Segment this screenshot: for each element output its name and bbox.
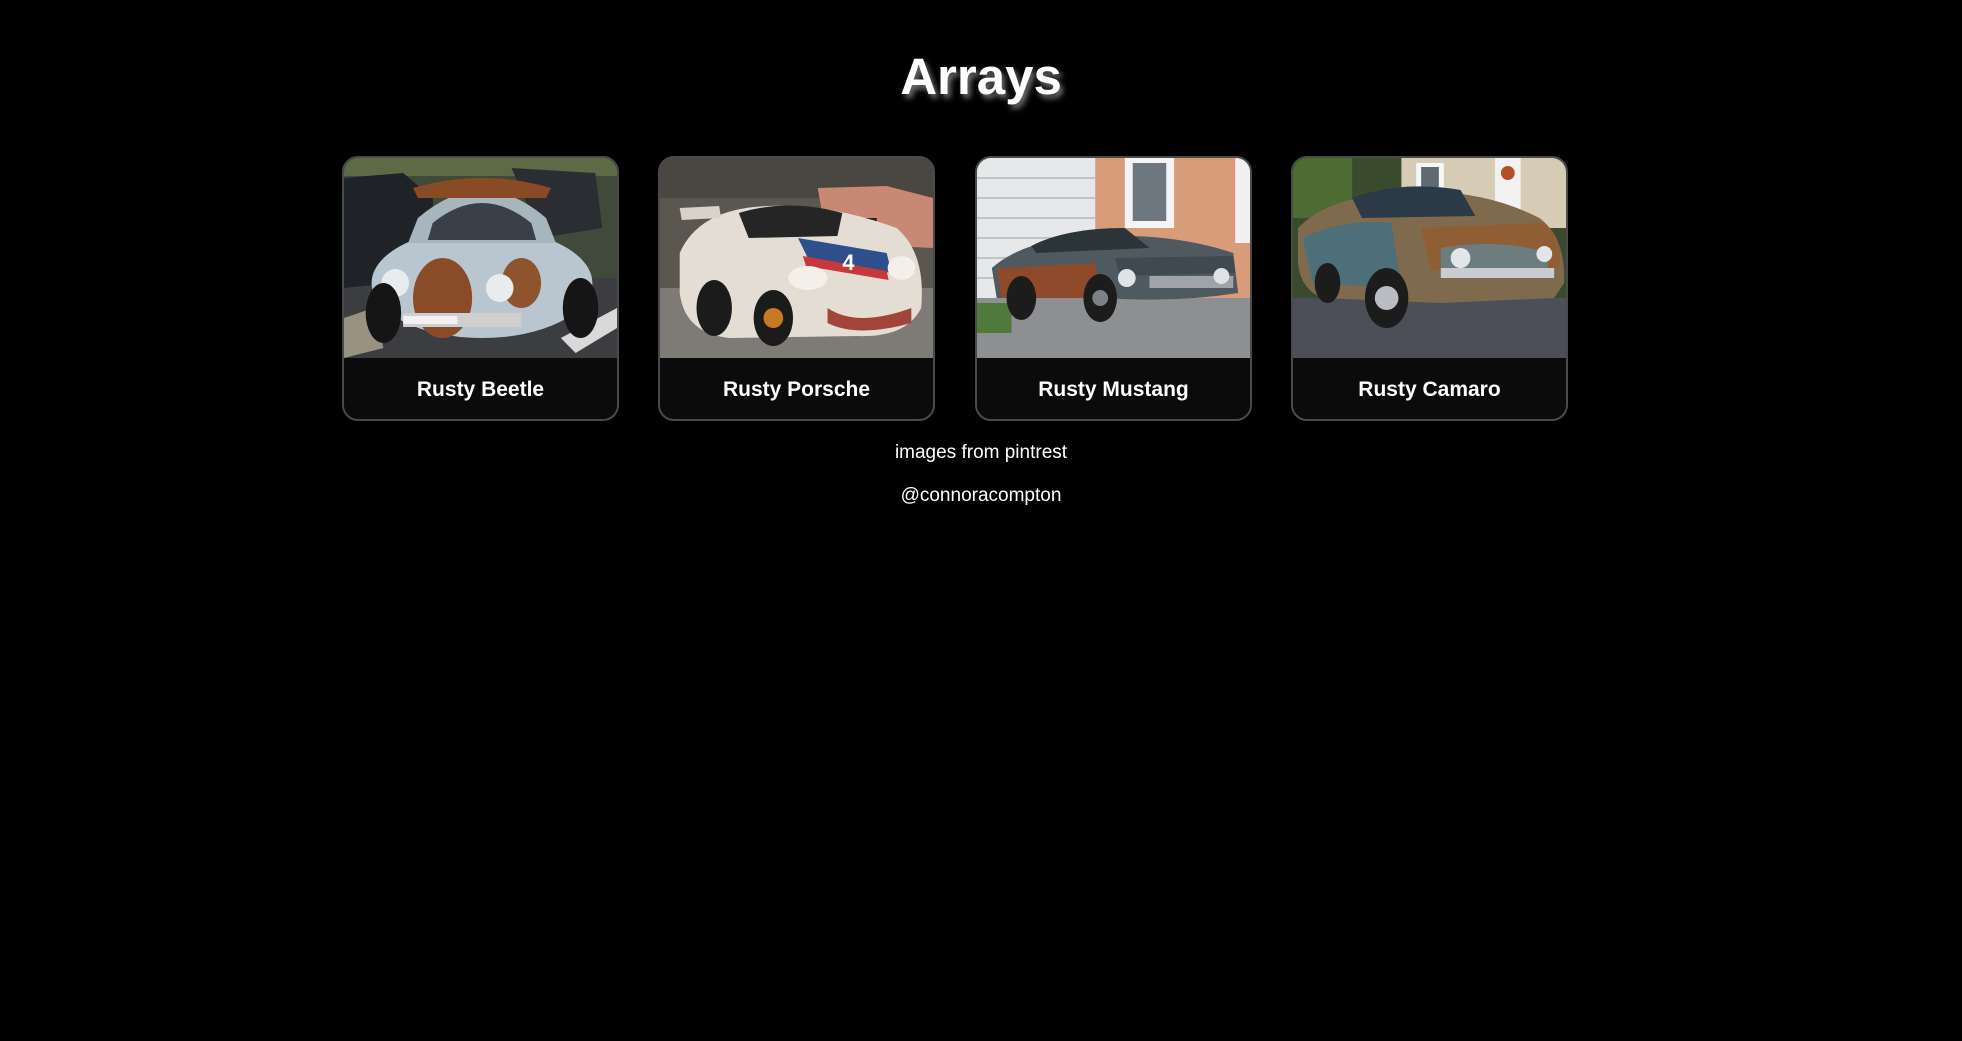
page-title: Arrays [900, 48, 1062, 105]
card-label: Rusty Beetle [416, 378, 545, 401]
car-card-beetle[interactable]: Rusty Beetle [342, 156, 619, 421]
card-label: Rusty Mustang [1038, 378, 1189, 401]
rusty-beetle-image [344, 158, 617, 358]
page: Arrays Rusty Beetle 4 Rusty Porsche Rust… [0, 0, 1962, 1041]
rusty-mustang-image [977, 158, 1250, 358]
author-credit: @connoracompton [900, 485, 1062, 506]
card-label: Rusty Camaro [1358, 378, 1501, 401]
car-card-porsche[interactable]: 4 Rusty Porsche [658, 156, 935, 421]
car-card-camaro[interactable]: Rusty Camaro [1291, 156, 1568, 421]
rusty-porsche-image: 4 [660, 158, 933, 358]
image-source-note: images from pintrest [894, 442, 1068, 463]
card-label: Rusty Porsche [722, 378, 871, 401]
svg-text:4: 4 [842, 250, 855, 275]
card-grid: Rusty Beetle 4 Rusty Porsche Rusty Musta… [342, 156, 1570, 423]
rusty-camaro-image [1293, 158, 1566, 358]
car-card-mustang[interactable]: Rusty Mustang [975, 156, 1252, 421]
